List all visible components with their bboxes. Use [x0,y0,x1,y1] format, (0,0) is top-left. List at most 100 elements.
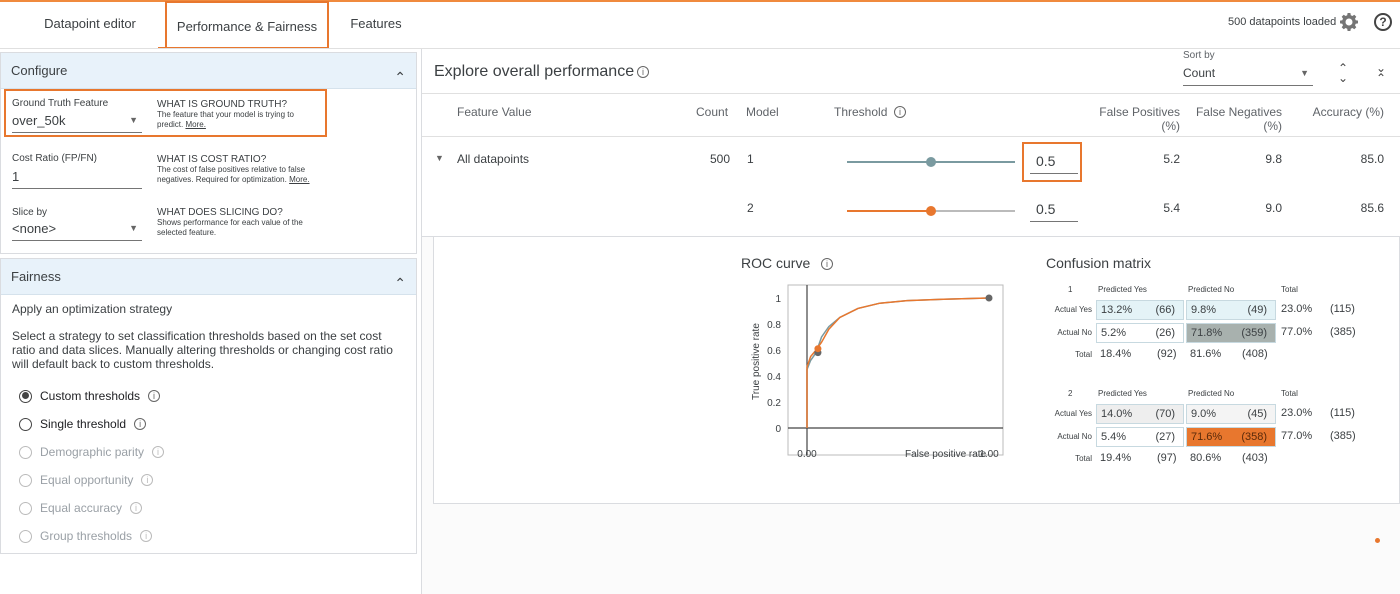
col-false-negatives[interactable]: False Negatives (%) [1190,105,1282,133]
radio-button[interactable] [19,529,32,543]
threshold-slider-2[interactable] [847,206,1015,216]
threshold-input-1[interactable]: 0.5 [1030,150,1078,174]
radio-button[interactable] [19,473,32,487]
cm-col-total-count: (97) [1157,452,1177,464]
tab-performance-fairness[interactable]: Performance & Fairness [165,1,329,49]
cm-row-total-count: (115) [1330,407,1355,419]
threshold-input-2[interactable]: 0.5 [1030,198,1078,222]
roc-y-label: True positive rate [751,323,762,400]
dropdown-arrow-icon: ▼ [129,223,138,233]
strategy-option-custom-thresholds[interactable]: Custom thresholds i [19,389,161,403]
col-count[interactable]: Count [696,105,728,119]
info-icon[interactable]: i [637,66,649,78]
info-icon[interactable]: i [148,390,161,402]
cost-ratio-help-body: The cost of false positives relative to … [157,165,306,184]
model-2-id: 2 [747,201,754,215]
info-icon[interactable]: i [141,474,154,486]
cm-col-total-percent: 18.4% [1100,348,1132,360]
dropdown-arrow-icon: ▼ [1300,68,1309,78]
configure-title: Configure [11,63,68,78]
chevron-up-icon[interactable]: ⌃ [394,59,406,95]
strategy-option-label: Group thresholds [40,529,133,543]
cm-cell-count: (27) [1155,431,1175,443]
col-false-positives[interactable]: False Positives (%) [1090,105,1180,133]
expand-rows-icon[interactable]: ⌃ ⌄ [1338,62,1348,84]
slice-by-label: Slice by [12,207,48,218]
cm-header-total: Total [1281,285,1298,294]
col-model[interactable]: Model [746,105,779,119]
chevron-up-icon[interactable]: ⌃ [394,265,406,301]
col-feature-value[interactable]: Feature Value [457,105,532,119]
col-threshold[interactable]: Threshold [834,105,887,119]
info-icon[interactable]: i [130,502,143,514]
roc-y-tick-label: 0.4 [767,372,781,383]
info-icon[interactable]: i [152,446,165,458]
radio-button[interactable] [19,501,32,515]
info-icon[interactable]: i [821,258,833,270]
info-icon[interactable]: i [894,106,906,118]
cm-header-total: Total [1281,389,1298,398]
help-icon[interactable]: ? [1374,13,1392,31]
ground-truth-select[interactable]: over_50k ▼ [12,113,142,133]
strategy-option-label: Equal opportunity [40,473,134,487]
cm-row-label: Actual No [1057,328,1092,337]
col-accuracy[interactable]: Accuracy (%) [1300,105,1384,119]
cm-cell-percent: 13.2% [1101,304,1133,316]
radio-button[interactable] [19,389,32,403]
cost-ratio-value: 1 [12,169,20,184]
cm-row-total-count: (385) [1330,326,1356,338]
cm-row-label: Actual Yes [1054,409,1092,418]
cm-cell: 9.8% (49) [1186,300,1276,320]
acc-value-1: 85.0 [1360,152,1384,166]
fairness-panel: Fairness ⌃ Apply an optimization strateg… [0,258,417,554]
roc-plot-area [787,284,1004,456]
header-row-divider [422,136,1400,137]
cm-cell-count: (358) [1241,431,1267,443]
group-count: 500 [709,152,730,166]
cm-cell-percent: 9.0% [1191,408,1217,420]
fairness-header[interactable]: Fairness ⌃ [1,259,416,295]
ground-truth-label: Ground Truth Feature [12,98,109,109]
ground-truth-help-title: WHAT IS GROUND TRUTH? [157,99,288,110]
strategy-option-demographic-parity[interactable]: Demographic parity i [19,445,165,459]
roc-x-tick-label: 0.00 [797,449,817,460]
strategy-option-equal-accuracy[interactable]: Equal accuracy i [19,501,143,515]
cm-row-total-count: (385) [1330,430,1356,442]
cm-header-predicted-no: Predicted No [1188,285,1235,294]
cm-cell-percent: 9.8% [1191,304,1217,316]
strategy-option-group-thresholds[interactable]: Group thresholds i [19,529,153,543]
threshold-slider-1[interactable] [847,157,1015,167]
radio-button[interactable] [19,445,32,459]
slider-track [931,210,1015,212]
tab-features[interactable]: Features [338,0,414,50]
strategy-option-label: Demographic parity [40,445,145,459]
strategy-option-single-threshold[interactable]: Single threshold i [19,417,147,431]
radio-button[interactable] [19,417,32,431]
cost-ratio-help-text: The cost of false positives relative to … [157,165,327,185]
cm-cell: 13.2% (66) [1096,300,1184,320]
slider-thumb[interactable] [926,157,936,167]
collapse-toggle-icon[interactable]: ▼ [435,153,444,163]
configure-header[interactable]: Configure ⌃ [1,53,416,89]
cm-cell: 14.0% (70) [1096,404,1184,424]
ground-truth-more-link[interactable]: More. [185,120,205,129]
info-icon[interactable]: i [140,530,153,542]
cm-header-predicted-yes: Predicted Yes [1098,285,1147,294]
strategy-option-equal-opportunity[interactable]: Equal opportunity i [19,473,154,487]
slice-by-select[interactable]: <none> ▼ [12,221,142,241]
sort-by-select[interactable]: Count ▼ [1183,66,1313,86]
cost-ratio-input[interactable]: 1 [12,169,142,189]
info-icon[interactable]: i [134,418,147,430]
tab-datapoint-editor[interactable]: Datapoint editor [30,0,150,50]
strategy-option-label: Equal accuracy [40,501,123,515]
cm-cell-count: (359) [1241,327,1267,339]
collapse-rows-icon[interactable]: ⌄ ⌃ [1376,62,1386,84]
sort-by-label: Sort by [1183,50,1215,61]
strategy-option-label: Custom thresholds [40,389,141,403]
cm-row-total-percent: 77.0% [1281,430,1313,442]
acc-value-2: 85.6 [1360,201,1384,215]
gear-icon[interactable] [1339,12,1359,32]
slider-thumb[interactable] [926,206,936,216]
title-divider [422,93,1400,94]
cost-ratio-more-link[interactable]: More. [289,175,309,184]
